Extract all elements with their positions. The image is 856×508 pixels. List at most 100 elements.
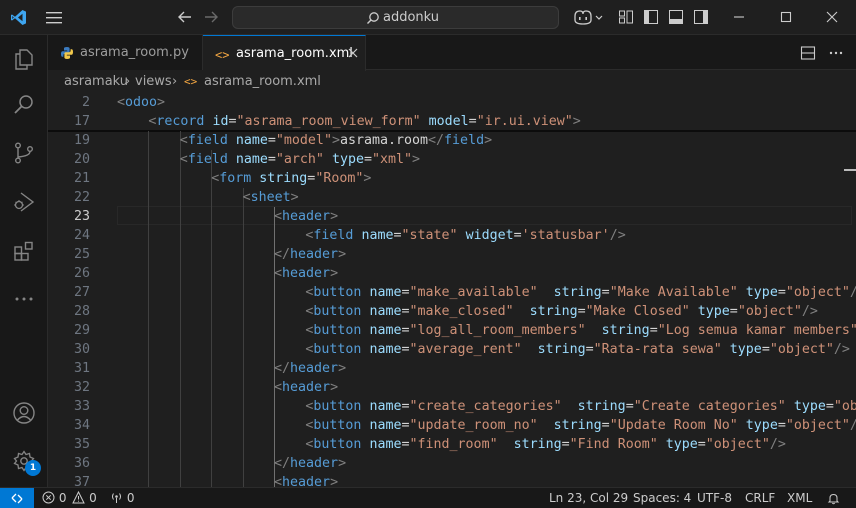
copilot-icon[interactable] — [572, 8, 604, 27]
code-token: id — [212, 114, 229, 129]
problems-indicator[interactable]: 0 0 — [42, 490, 97, 505]
code-token: "make_available" — [409, 285, 538, 300]
line-number: 24 — [73, 228, 90, 243]
code-token: = — [561, 437, 570, 452]
code-token: "make_closed" — [409, 304, 514, 319]
code-line: 27 <button name="make_available" string="… — [48, 283, 856, 302]
warning-icon — [72, 490, 86, 504]
account-icon[interactable] — [12, 401, 36, 425]
code-token: = — [729, 304, 738, 319]
customize-layout-icon[interactable] — [618, 9, 634, 25]
toggle-secondary-sidebar-icon[interactable] — [693, 9, 709, 25]
encoding[interactable]: UTF-8 — [697, 491, 732, 505]
code-line: 35 <button name="find_room" string="Find … — [48, 435, 856, 454]
code-token: /> — [850, 285, 856, 300]
close-window-icon[interactable] — [823, 8, 841, 26]
broadcast-icon — [112, 493, 121, 503]
code-token: > — [484, 133, 493, 148]
line-number: 33 — [73, 399, 90, 414]
code-token: "create_categories" — [409, 399, 562, 414]
minimize-icon[interactable] — [730, 8, 748, 26]
breadcrumb-item-views[interactable]: views — [135, 74, 172, 89]
status-bar: 0 0 0 Ln 23, Col 29 Spaces: 4 UTF-8 CRLF… — [0, 487, 856, 508]
end-of-line[interactable]: CRLF — [745, 491, 775, 505]
code-token: </ — [274, 247, 291, 262]
code-token: type — [331, 152, 364, 167]
line-number: 35 — [73, 437, 90, 452]
code-token: widget — [465, 228, 514, 243]
ports-indicator[interactable]: 0 — [110, 491, 134, 505]
code-token: = — [468, 114, 477, 129]
remote-indicator[interactable] — [0, 488, 34, 508]
code-line: 29 <button name="log_all_room_members" st… — [48, 321, 856, 340]
code-token: header — [282, 380, 331, 395]
code-token: = — [401, 323, 410, 338]
cursor-position[interactable]: Ln 23, Col 29 — [549, 491, 628, 505]
code-token: "Update Room No" — [609, 418, 738, 433]
bell-icon[interactable] — [827, 492, 840, 505]
code-token: sheet — [250, 190, 291, 205]
code-token: = — [267, 152, 276, 167]
code-token: > — [330, 475, 339, 487]
code-token: button — [313, 304, 362, 319]
code-token: /> — [833, 342, 850, 357]
maximize-icon[interactable] — [777, 8, 795, 26]
breadcrumb-item-asramaku[interactable]: asramaku — [64, 74, 128, 89]
toggle-panel-icon[interactable] — [668, 9, 684, 25]
search-icon[interactable] — [12, 93, 36, 117]
code-token: = — [825, 399, 834, 414]
code-token: = — [267, 133, 276, 148]
code-token: button — [313, 399, 362, 414]
extensions-icon[interactable] — [12, 239, 36, 263]
indentation[interactable]: Spaces: 4 — [633, 491, 691, 505]
code-line: 26 <header> — [48, 264, 856, 283]
files-icon[interactable] — [12, 47, 36, 71]
ellipsis-icon[interactable] — [12, 287, 36, 311]
settings-update-badge: 1 — [25, 460, 41, 476]
source-control-icon[interactable] — [12, 141, 36, 165]
code-token: "Create categories" — [633, 399, 786, 414]
code-token: header — [290, 247, 339, 262]
code-text: <field name="state" widget='statusbar'/> — [305, 226, 625, 245]
code-token: "object" — [737, 304, 802, 319]
code-token: string — [537, 342, 586, 357]
code-token: "arch" — [275, 152, 324, 167]
language-mode[interactable]: XML — [787, 491, 812, 505]
code-token: name — [369, 342, 402, 357]
line-number: 34 — [73, 418, 90, 433]
code-line: 25 </header> — [48, 245, 856, 264]
line-number: 17 — [73, 114, 90, 129]
run-debug-icon[interactable] — [12, 190, 36, 214]
back-arrow-icon[interactable] — [176, 8, 194, 26]
code-token: type — [697, 304, 730, 319]
code-token: name — [369, 437, 402, 452]
code-token: = — [649, 323, 658, 338]
breadcrumb: asramaku › views › <> asrama_room.xml — [48, 71, 856, 93]
code-token: "object" — [769, 342, 834, 357]
toggle-primary-sidebar-icon[interactable] — [643, 9, 659, 25]
code-token: "object" — [705, 437, 770, 452]
code-token: string — [553, 418, 602, 433]
code-line: 33 <button name="create_categories" strin… — [48, 397, 856, 416]
menu-icon[interactable] — [44, 9, 64, 26]
more-actions-icon[interactable] — [828, 45, 844, 61]
code-token: string — [529, 304, 578, 319]
breadcrumb-item-file[interactable]: asrama_room.xml — [204, 74, 321, 89]
tab-asrama-room-py[interactable]: asrama_room.py — [48, 35, 203, 70]
code-token: /> — [850, 418, 856, 433]
line-number: 32 — [73, 380, 90, 395]
command-center-search[interactable]: addonku — [232, 6, 559, 29]
line-number: 30 — [73, 342, 90, 357]
split-editor-icon[interactable] — [800, 45, 816, 61]
tab-asrama-room-xml[interactable]: <> asrama_room.xml — [203, 35, 366, 71]
code-text: <record id="asrama_room_view_form" model… — [148, 112, 580, 131]
code-text: <button name="make_closed" string="Make … — [305, 302, 817, 321]
close-tab-icon[interactable] — [346, 46, 360, 60]
forward-arrow-icon[interactable] — [202, 8, 220, 26]
code-editor[interactable]: 2 <odoo> 17 <record id="asrama_room_view_fo… — [48, 92, 856, 487]
